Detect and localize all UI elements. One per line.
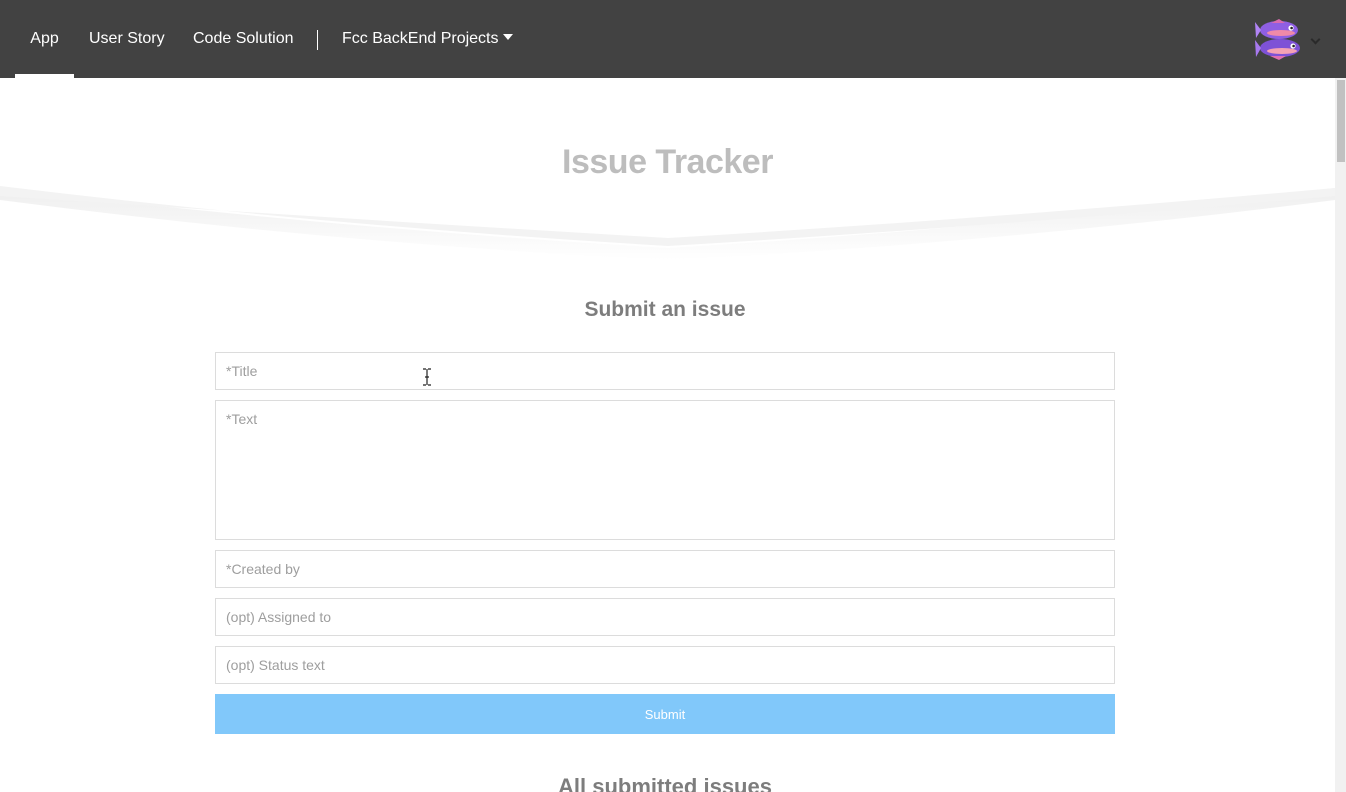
top-navbar: App User Story Code Solution Fcc BackEnd… <box>0 0 1346 78</box>
text-cursor-icon <box>423 368 431 386</box>
submit-issue-heading: Submit an issue <box>584 298 746 321</box>
caret-down-icon <box>502 33 513 40</box>
nav-dropdown-projects[interactable]: Fcc BackEnd Projects <box>342 0 513 78</box>
created-by-input[interactable] <box>215 550 1115 588</box>
status-text-input[interactable] <box>215 646 1115 684</box>
nav-divider <box>317 30 318 50</box>
nav-dropdown-label: Fcc BackEnd Projects <box>342 30 499 47</box>
page-title: Issue Tracker <box>562 143 773 181</box>
nav-link-app[interactable]: App <box>15 0 74 78</box>
nav-link-user-story[interactable]: User Story <box>89 0 165 78</box>
scrollbar-thumb[interactable] <box>1337 80 1345 162</box>
submit-button[interactable]: Submit <box>215 694 1115 734</box>
chevron-down-icon[interactable] <box>1310 34 1321 45</box>
fish-bottom <box>1255 39 1300 60</box>
issue-title-input[interactable] <box>215 352 1115 390</box>
issue-text-textarea[interactable] <box>215 400 1115 540</box>
page-scrollbar[interactable] <box>1335 78 1346 792</box>
nav-link-code-solution[interactable]: Code Solution <box>193 0 294 78</box>
assigned-to-input[interactable] <box>215 598 1115 636</box>
fish-avatar-icon[interactable] <box>1255 18 1307 60</box>
submitted-issues-heading: All submitted issues <box>558 774 772 792</box>
fish-top <box>1255 19 1298 39</box>
